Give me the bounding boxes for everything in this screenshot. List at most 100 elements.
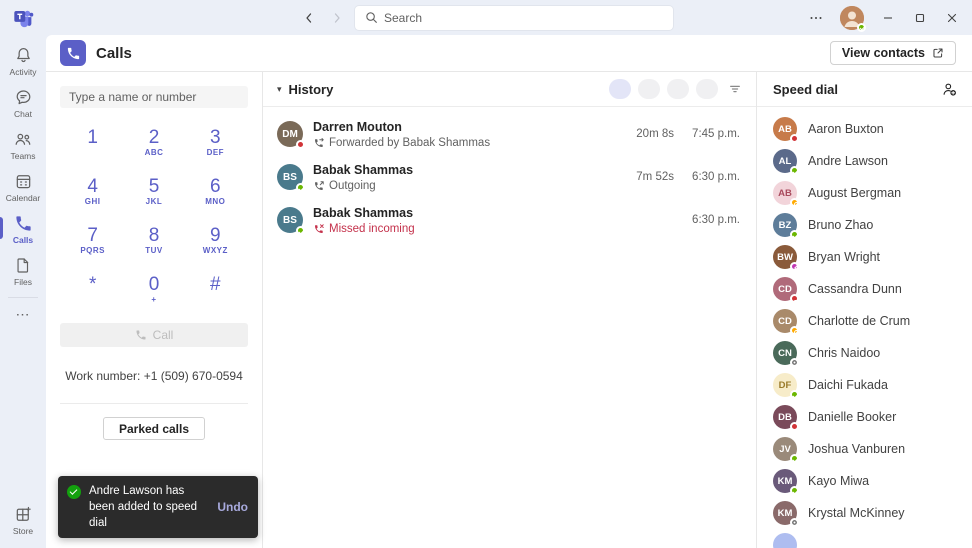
contact-name: Kayo Miwa: [808, 474, 870, 488]
speed-dial-contact[interactable]: CN Chris Naidoo: [757, 337, 972, 369]
sidebar-item-chat[interactable]: Chat: [0, 83, 46, 125]
avatar: KM: [773, 501, 799, 527]
minimize-button[interactable]: [874, 4, 902, 32]
dial-input[interactable]: [60, 86, 248, 108]
dialpad-key[interactable]: 8 TUV: [123, 218, 184, 262]
speed-dial-contact[interactable]: DB Danielle Booker: [757, 401, 972, 433]
speed-dial-contact[interactable]: KM Krystal McKinney: [757, 497, 972, 529]
history-filter-pill[interactable]: [638, 79, 660, 99]
add-contact-icon[interactable]: [941, 81, 958, 98]
phone-icon: [135, 329, 147, 341]
sidebar-divider: [8, 297, 38, 298]
presence-badge: [296, 226, 305, 236]
dial-pad: 1 2 ABC 3 DEF 4 GHI 5 JKL 6 MNO 7 PQRS 8…: [62, 120, 246, 311]
speed-dial-list: AB Aaron Buxton AL Andre Lawson AB Augus…: [757, 107, 972, 548]
history-title: History: [288, 81, 334, 97]
dialpad-key[interactable]: 6 MNO: [185, 169, 246, 213]
dialpad-key[interactable]: 2 ABC: [123, 120, 184, 164]
presence-badge: [790, 134, 799, 143]
call-time: 7:45 p.m.: [692, 128, 740, 141]
call-button[interactable]: Call: [60, 323, 248, 347]
success-check-icon: [67, 484, 81, 499]
dialpad-key[interactable]: 7 PQRS: [62, 218, 123, 262]
avatar: AB: [773, 117, 799, 143]
call-type-icon: [313, 137, 325, 149]
sidebar-item-store[interactable]: Store: [0, 500, 46, 542]
speed-dial-contact[interactable]: KM Kayo Miwa: [757, 465, 972, 497]
sidebar-item-activity[interactable]: Activity: [0, 41, 46, 83]
back-button[interactable]: [299, 8, 319, 28]
dialpad-key[interactable]: 1: [62, 120, 123, 164]
dialpad-key[interactable]: #: [185, 267, 246, 311]
contact-name: Chris Naidoo: [808, 346, 881, 360]
speed-dial-contact[interactable]: [757, 529, 972, 548]
speed-dial-contact[interactable]: JV Joshua Vanburen: [757, 433, 972, 465]
speed-dial-contact[interactable]: CD Cassandra Dunn: [757, 273, 972, 305]
avatar: DB: [773, 405, 799, 431]
presence-badge: [790, 390, 799, 399]
dialpad-key[interactable]: 4 GHI: [62, 169, 123, 213]
speed-dial-contact[interactable]: BW Bryan Wright: [757, 241, 972, 273]
call-detail: Missed incoming: [329, 222, 415, 235]
presence-badge: [790, 230, 799, 239]
history-filter-pill[interactable]: [696, 79, 718, 99]
toast-message: Andre Lawson has been added to speed dia…: [89, 484, 198, 529]
undo-button[interactable]: Undo: [217, 500, 248, 514]
contact-name: Babak Shammas: [313, 162, 414, 177]
sidebar-item-files[interactable]: Files: [0, 251, 46, 293]
sidebar-item-calendar[interactable]: Calendar: [0, 167, 46, 209]
sidebar-item-teams[interactable]: Teams: [0, 125, 46, 167]
close-button[interactable]: [938, 4, 966, 32]
calls-app-icon: [60, 40, 86, 66]
avatar: KM: [773, 469, 799, 495]
more-options-button[interactable]: [802, 4, 830, 32]
speed-dial-contact[interactable]: DF Daichi Fukada: [757, 369, 972, 401]
filter-icon[interactable]: [728, 82, 742, 96]
speed-dial-contact[interactable]: CD Charlotte de Crum: [757, 305, 972, 337]
dialpad-key[interactable]: *: [62, 267, 123, 311]
teams-app-window: Activity Chat Teams Calendar: [0, 0, 972, 548]
contact-name: Danielle Booker: [808, 410, 897, 424]
page-title: Calls: [96, 44, 132, 62]
history-row[interactable]: BS Babak Shammas Outgoing 7m 52s 6:30 p.…: [263, 156, 756, 199]
call-type-icon: [313, 223, 325, 235]
dialpad-key[interactable]: 5 JKL: [123, 169, 184, 213]
dialpad-key[interactable]: 9 WXYZ: [185, 218, 246, 262]
contact-name: Bryan Wright: [808, 250, 881, 264]
avatar: BS: [277, 164, 305, 193]
chevron-down-icon[interactable]: ▾: [277, 84, 282, 95]
history-row[interactable]: BS Babak Shammas Missed incoming 6:30 p.…: [263, 199, 756, 242]
view-contacts-button[interactable]: View contacts: [829, 41, 956, 65]
history-filter-pill[interactable]: [667, 79, 689, 99]
history-row[interactable]: DM Darren Mouton Forwarded by Babak Sham…: [263, 113, 756, 156]
teams-logo-icon: [0, 7, 46, 28]
parked-calls-button[interactable]: Parked calls: [102, 417, 206, 440]
search-icon: [365, 11, 378, 24]
dialpad-key[interactable]: 0 +: [123, 267, 184, 311]
history-filter-pill[interactable]: [609, 79, 631, 99]
sidebar-item-calls[interactable]: Calls: [0, 209, 46, 251]
maximize-button[interactable]: [906, 4, 934, 32]
search-input[interactable]: [384, 10, 663, 25]
speed-dial-header: Speed dial: [757, 72, 972, 107]
sidebar-more-button[interactable]: ⋯: [16, 302, 31, 327]
contact-name: Joshua Vanburen: [808, 442, 906, 456]
speed-dial-contact[interactable]: AB August Bergman: [757, 177, 972, 209]
presence-badge: [790, 198, 799, 207]
forward-button[interactable]: [327, 8, 347, 28]
contact-name: Aaron Buxton: [808, 122, 884, 136]
speed-dial-panel: Speed dial AB Aaron Buxton AL Andre Laws…: [757, 72, 972, 548]
presence-badge: [790, 166, 799, 175]
app-sidebar: Activity Chat Teams Calendar Calls Files…: [0, 35, 46, 548]
presence-badge: [790, 358, 799, 367]
titlebar: [0, 0, 972, 35]
speed-dial-contact[interactable]: BZ Bruno Zhao: [757, 209, 972, 241]
user-avatar[interactable]: [840, 5, 866, 32]
speed-dial-contact[interactable]: AB Aaron Buxton: [757, 113, 972, 145]
work-number: Work number: +1 (509) 670-0594: [65, 369, 243, 383]
search-box[interactable]: [355, 5, 673, 30]
bell-icon: [14, 46, 33, 65]
speed-dial-contact[interactable]: AL Andre Lawson: [757, 145, 972, 177]
history-filters: [609, 79, 718, 99]
dialpad-key[interactable]: 3 DEF: [185, 120, 246, 164]
